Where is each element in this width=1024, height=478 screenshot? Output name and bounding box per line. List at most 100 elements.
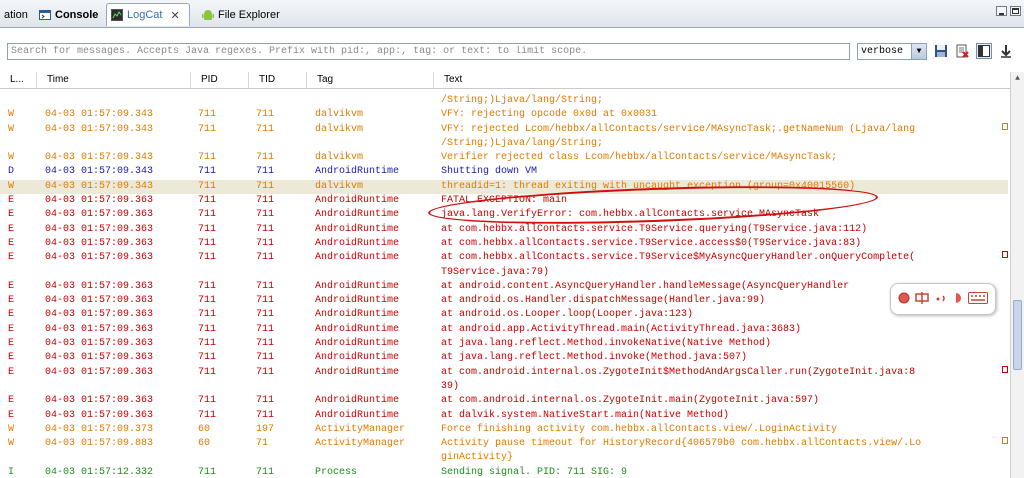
log-tid: 711 [256,195,275,207]
column-header-pid[interactable]: PID [191,72,249,88]
log-pid: 711 [198,309,217,321]
ime-halfwidth-icon[interactable] [953,292,963,307]
log-time: 04-03 01:57:09.363 [45,323,154,335]
log-time: 04-03 01:57:09.363 [45,252,154,264]
ime-chinese-mode-icon[interactable] [915,291,930,307]
scrollbar-thumb[interactable] [1013,300,1022,370]
clear-log-button[interactable] [954,43,970,59]
scroll-down-icon [1001,45,1011,58]
log-level: E [8,309,15,321]
ime-punctuation-icon[interactable] [935,293,947,306]
scroll-lock-button[interactable] [998,43,1014,59]
log-level: E [8,252,15,264]
log-tag: AndroidRuntime [315,209,400,221]
logcat-icon [111,9,123,21]
log-pid: 60 [198,438,211,450]
log-tid: 711 [256,166,275,178]
ime-circle-icon[interactable] [898,292,910,307]
log-level: E [8,209,15,221]
log-text: T9Service.java:79) [441,266,550,278]
log-level: W [8,152,15,164]
log-row[interactable]: /String;)Ljava/lang/String; [0,137,1008,151]
save-icon [935,45,947,57]
scroll-up-icon[interactable]: ▲ [1013,74,1022,83]
log-row[interactable]: E 04-03 01:57:09.363 711 711 AndroidRuntime a… [0,237,1008,251]
maximize-button[interactable] [1010,6,1021,16]
save-button[interactable] [933,43,949,59]
log-text: Shutting down VM [441,166,538,178]
log-row[interactable]: E 04-03 01:57:09.363 711 711 AndroidRuntime a… [0,394,1008,408]
log-pid: 711 [198,395,217,407]
log-row[interactable]: E 04-03 01:57:09.363 711 711 AndroidRuntime j… [0,208,1008,222]
log-row[interactable]: E 04-03 01:57:09.363 711 711 AndroidRuntime a… [0,294,1008,308]
log-row[interactable]: E 04-03 01:57:09.363 711 711 AndroidRuntime a… [0,251,1008,265]
log-tag: AndroidRuntime [315,395,400,407]
log-row[interactable]: T9Service.java:79) [0,266,1008,280]
log-message-list[interactable]: /String;)Ljava/lang/String; W 04-03 01:57:… [0,94,1008,478]
log-level: W [8,123,15,135]
keyboard-icon[interactable] [968,291,989,307]
log-level: E [8,395,15,407]
log-row[interactable]: E 04-03 01:57:09.363 711 711 AndroidRuntime a… [0,337,1008,351]
log-row[interactable]: W 04-03 01:57:09.883 60 71 ActivityManager Ac… [0,437,1008,451]
log-tag: AndroidRuntime [315,252,400,264]
log-row[interactable]: W 04-03 01:57:09.373 60 197 ActivityManager … [0,423,1008,437]
log-text: Sending signal. PID: 711 SIG: 9 [441,466,628,478]
log-row[interactable]: D 04-03 01:57:09.343 711 711 AndroidRuntime S… [0,165,1008,179]
log-row[interactable]: W 04-03 01:57:09.343 711 711 dalvikvm VFY: re… [0,108,1008,122]
log-time: 04-03 01:57:09.363 [45,366,154,378]
tab-logcat[interactable]: LogCat ✕ [106,3,190,26]
log-row[interactable]: E 04-03 01:57:09.363 711 711 AndroidRuntime a… [0,280,1008,294]
log-row[interactable]: E 04-03 01:57:09.363 711 711 AndroidRuntime a… [0,365,1008,380]
toggle-filter-panel-button[interactable] [976,43,992,59]
log-row[interactable]: W 04-03 01:57:09.343 711 711 dalvikvm VFY: re… [0,122,1008,137]
column-header-time[interactable]: Time [37,72,191,88]
log-row[interactable]: E 04-03 01:57:09.363 711 711 AndroidRuntime a… [0,351,1008,365]
log-text: at java.lang.reflect.Method.invokeNative… [441,338,772,350]
log-level-select[interactable]: verbose ▼ [857,43,927,60]
log-row[interactable]: W 04-03 01:57:09.343 711 711 dalvikvm Verifie… [0,151,1008,165]
tab-label: LogCat [127,9,163,21]
tab-application[interactable]: ation [0,3,32,26]
log-pid: 711 [198,323,217,335]
log-pid: 711 [198,338,217,350]
log-tag: ActivityManager [315,423,406,435]
log-tid: 711 [256,252,275,264]
log-tag: AndroidRuntime [315,338,400,350]
log-tag: AndroidRuntime [315,295,400,307]
log-row[interactable]: E 04-03 01:57:09.363 711 711 AndroidRuntime a… [0,323,1008,337]
column-header-text[interactable]: Text [434,72,1010,88]
tab-label: ation [4,8,28,21]
log-row[interactable]: W 04-03 01:57:09.343 711 711 dalvikvm threadi… [0,179,1008,195]
log-tid: 711 [256,109,275,121]
log-tid: 711 [256,309,275,321]
log-row[interactable]: E 04-03 01:57:09.363 711 711 AndroidRuntime a… [0,409,1008,423]
log-row[interactable]: E 04-03 01:57:09.363 711 711 AndroidRuntime F… [0,194,1008,208]
close-icon[interactable]: ✕ [170,9,179,22]
column-header-tag[interactable]: Tag [307,72,434,88]
log-pid: 711 [198,195,217,207]
minimize-button[interactable] [996,6,1007,16]
log-row[interactable]: E 04-03 01:57:09.363 711 711 AndroidRuntime a… [0,223,1008,237]
search-input[interactable] [7,43,850,60]
tab-console[interactable]: Console [35,3,102,26]
log-tid: 711 [256,409,275,421]
log-time: 04-03 01:57:09.363 [45,352,154,364]
tab-file-explorer[interactable]: File Explorer [198,3,284,26]
log-row[interactable]: 39) [0,380,1008,394]
vertical-scrollbar[interactable]: ▲ [1010,72,1024,478]
log-level: W [8,180,15,192]
panel-icon [978,45,990,57]
log-row[interactable]: /String;)Ljava/lang/String; [0,94,1008,108]
column-header-tid[interactable]: TID [249,72,307,88]
log-time: 04-03 01:57:12.332 [45,466,154,478]
log-row[interactable]: I 04-03 01:57:12.332 711 711 Process Sending … [0,466,1008,478]
log-pid: 60 [198,423,211,435]
log-row[interactable]: ginActivity} [0,451,1008,465]
column-header-level[interactable]: L... [0,72,37,88]
log-text: Force finishing activity com.hebbx.allCo… [441,423,838,435]
log-tag: AndroidRuntime [315,166,400,178]
log-row[interactable]: E 04-03 01:57:09.363 711 711 AndroidRuntime a… [0,308,1008,322]
log-pid: 711 [198,295,217,307]
truncation-marker-icon [1002,365,1008,373]
